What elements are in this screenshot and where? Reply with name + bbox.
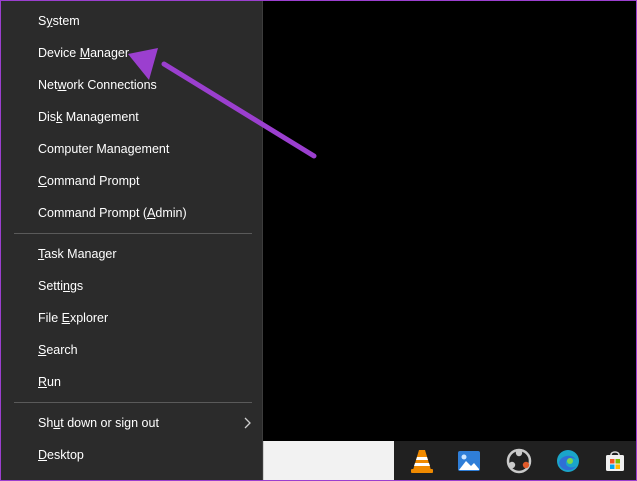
winx-menu: System Device Manager Network Connection… — [1, 1, 263, 480]
vlc-icon[interactable] — [408, 447, 436, 475]
menu-item-run[interactable]: Run — [1, 367, 262, 397]
menu-item-desktop[interactable]: Desktop — [1, 440, 262, 470]
menu-item-task-manager[interactable]: Task Manager — [1, 239, 262, 269]
menu-item-device-manager[interactable]: Device Manager — [1, 38, 262, 68]
screen: System Device Manager Network Connection… — [0, 0, 637, 481]
menu-separator — [14, 233, 252, 234]
menu-item-search[interactable]: Search — [1, 335, 262, 365]
menu-item-file-explorer[interactable]: File Explorer — [1, 303, 262, 333]
store-icon[interactable] — [601, 447, 629, 475]
menu-item-disk-management[interactable]: Disk Management — [1, 102, 262, 132]
edge-icon[interactable] — [554, 447, 582, 475]
taskbar — [394, 441, 636, 480]
menu-item-shut-down-or-sign-out[interactable]: Shut down or sign out — [1, 408, 262, 438]
menu-item-computer-management[interactable]: Computer Management — [1, 134, 262, 164]
menu-separator — [14, 402, 252, 403]
obs-icon[interactable] — [505, 447, 533, 475]
menu-item-settings[interactable]: Settings — [1, 271, 262, 301]
menu-item-system[interactable]: System — [1, 6, 262, 36]
menu-item-network-connections[interactable]: Network Connections — [1, 70, 262, 100]
menu-item-command-prompt[interactable]: Command Prompt — [1, 166, 262, 196]
taskbar-search-box[interactable] — [263, 441, 394, 480]
menu-item-command-prompt-admin[interactable]: Command Prompt (Admin) — [1, 198, 262, 228]
chevron-right-icon — [242, 408, 252, 438]
photos-icon[interactable] — [455, 447, 483, 475]
